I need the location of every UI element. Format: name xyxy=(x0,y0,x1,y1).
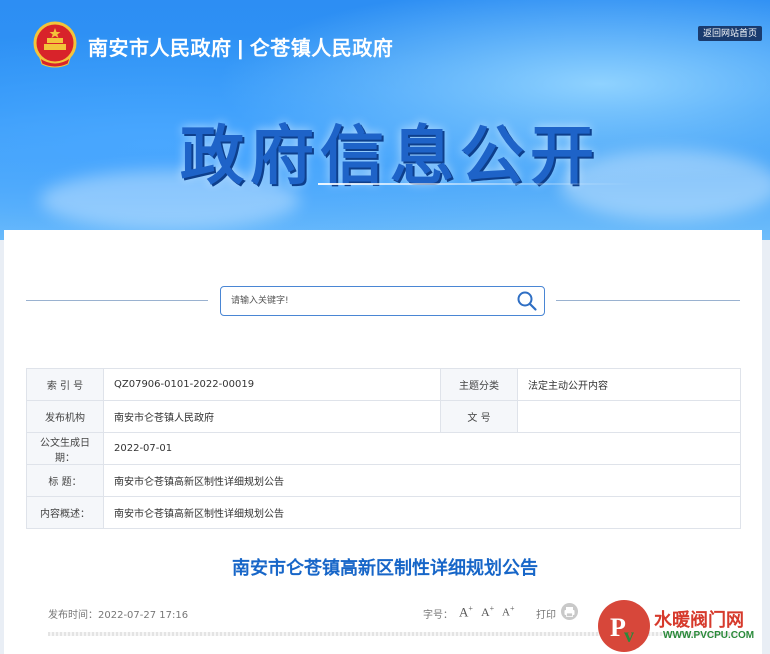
national-emblem-icon xyxy=(33,21,77,68)
font-button-letter: A xyxy=(459,604,469,620)
banner-underline xyxy=(318,183,634,185)
search-box xyxy=(220,286,545,316)
search-divider-left xyxy=(26,300,208,301)
summary-label: 内容概述： xyxy=(26,496,104,529)
font-size-label: 字号： xyxy=(423,610,453,621)
font-decrease-button[interactable]: A+ xyxy=(502,604,514,619)
home-link-button[interactable]: 返回网站首页 xyxy=(698,26,762,41)
title-label: 标 题： xyxy=(26,464,104,497)
table-row: 公文生成日期： 2022-07-01 xyxy=(26,432,741,465)
publish-time: 发布时间：2022-07-27 17:16 xyxy=(48,610,189,621)
date-value: 2022-07-01 xyxy=(103,432,741,465)
search-icon[interactable] xyxy=(516,290,538,312)
font-button-plus: + xyxy=(489,604,495,613)
watermark-url: WWW.PVCPU.COM xyxy=(663,630,755,641)
article-title: 南安市仑苍镇高新区制性详细规划公告 xyxy=(232,558,538,578)
table-row: 内容概述： 南安市仑苍镇高新区制性详细规划公告 xyxy=(26,496,741,529)
table-row: 标 题： 南安市仑苍镇高新区制性详细规划公告 xyxy=(26,464,741,497)
document-meta-table: 索 引 号 QZ07906-0101-2022-00019 主题分类 法定主动公… xyxy=(26,368,741,529)
table-row: 索 引 号 QZ07906-0101-2022-00019 主题分类 法定主动公… xyxy=(26,368,741,401)
svg-text:v: v xyxy=(624,625,634,647)
font-button-letter: A xyxy=(481,605,490,619)
watermark-text: 水暖阀门网 xyxy=(654,610,744,630)
print-icon[interactable] xyxy=(561,603,578,620)
doc-no-value xyxy=(517,400,741,433)
site-title[interactable]: 南安市人民政府 | 仑苍镇人民政府 xyxy=(88,32,393,61)
publisher-label: 发布机构 xyxy=(26,400,104,433)
date-label: 公文生成日期： xyxy=(26,432,104,465)
search-input[interactable] xyxy=(231,293,501,309)
category-label: 主题分类 xyxy=(440,368,518,401)
font-button-plus: + xyxy=(468,604,473,613)
font-button-plus: + xyxy=(509,604,515,613)
index-label: 索 引 号 xyxy=(26,368,104,401)
font-button-letter: A xyxy=(502,606,510,619)
category-value: 法定主动公开内容 xyxy=(517,368,741,401)
font-reset-button[interactable]: A+ xyxy=(481,604,494,620)
search-divider-right xyxy=(556,300,740,301)
index-value: QZ07906-0101-2022-00019 xyxy=(103,368,441,401)
title-value: 南安市仑苍镇高新区制性详细规划公告 xyxy=(103,464,741,497)
print-label[interactable]: 打印 xyxy=(536,606,556,621)
table-row: 发布机构 南安市仑苍镇人民政府 文 号 xyxy=(26,400,741,433)
font-increase-button[interactable]: A+ xyxy=(459,604,473,620)
doc-no-label: 文 号 xyxy=(440,400,518,433)
publisher-value: 南安市仑苍镇人民政府 xyxy=(103,400,441,433)
summary-value: 南安市仑苍镇高新区制性详细规划公告 xyxy=(103,496,741,529)
